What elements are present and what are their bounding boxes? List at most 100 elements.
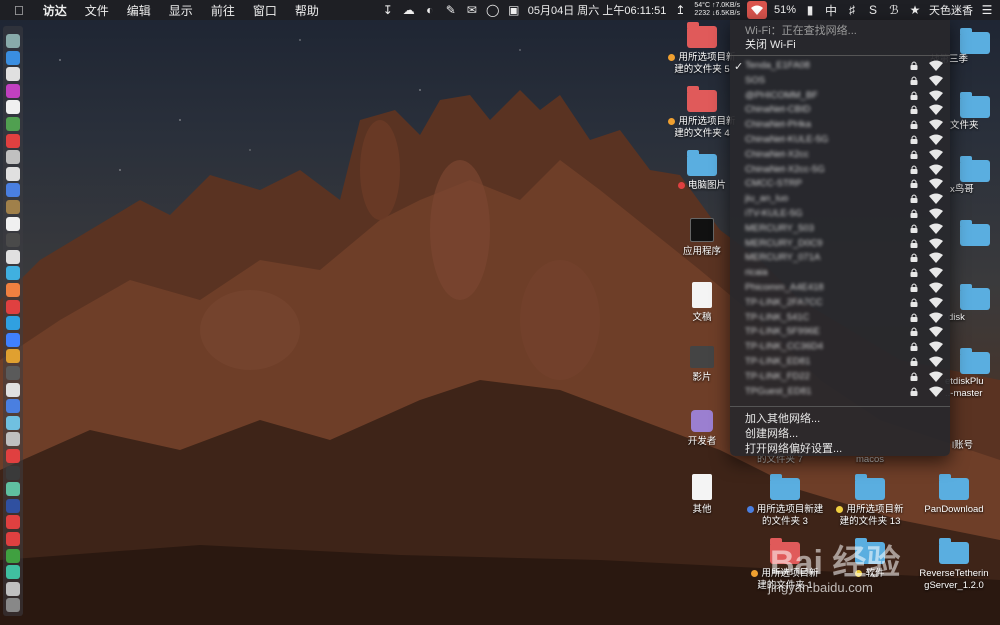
lock-icon bbox=[910, 387, 918, 396]
wifi-network-item[interactable]: @PHICOMM_BF bbox=[745, 90, 945, 104]
calendar-icon[interactable]: ▣ bbox=[507, 3, 521, 17]
join-other-network-item[interactable]: 加入其他网络... bbox=[745, 410, 820, 426]
wifi-network-item[interactable]: SOS bbox=[745, 75, 945, 89]
menu-window[interactable]: 窗口 bbox=[244, 2, 286, 19]
desktop-item[interactable]: 其他 bbox=[662, 474, 742, 516]
upload-icon[interactable]: ↥ bbox=[673, 3, 687, 17]
dock-app-icon[interactable] bbox=[6, 150, 20, 165]
wifi-network-item[interactable]: Tenda_E1FA08 bbox=[745, 60, 945, 74]
star-icon[interactable]: ★ bbox=[908, 3, 922, 17]
menu-help[interactable]: 帮助 bbox=[286, 2, 328, 19]
dock-app-icon[interactable] bbox=[6, 498, 20, 513]
desktop-item[interactable]: PanDownload bbox=[914, 474, 994, 516]
wifi-network-item[interactable]: iTV-KULE-5G bbox=[745, 208, 945, 222]
dock-app-icon[interactable] bbox=[6, 532, 20, 546]
create-network-item[interactable]: 创建网络... bbox=[745, 425, 798, 441]
wifi-network-item[interactable]: TPGuest_ED81 bbox=[745, 386, 945, 400]
dock-app-icon[interactable] bbox=[6, 67, 20, 82]
folder-icon bbox=[960, 92, 990, 118]
apple-icon[interactable]:  bbox=[0, 3, 34, 18]
gauge-icon[interactable]: ◐ bbox=[423, 3, 437, 17]
menu-view[interactable]: 显示 bbox=[160, 2, 202, 19]
dock-app-icon[interactable] bbox=[6, 83, 20, 98]
dock-app-icon[interactable] bbox=[6, 34, 20, 48]
wifi-network-item[interactable]: TP-LINK_2FA7CC bbox=[745, 297, 945, 311]
wifi-toggle-item[interactable]: 关闭 Wi-Fi bbox=[745, 36, 796, 52]
wifi-network-item[interactable]: TP-LINK_5F996E bbox=[745, 326, 945, 340]
dock-app-icon[interactable] bbox=[6, 515, 20, 530]
notification-icon[interactable]: ✉ bbox=[465, 3, 479, 17]
wifi-network-item[interactable]: TP-LINK_541C bbox=[745, 312, 945, 326]
dock-app-icon[interactable] bbox=[6, 233, 20, 248]
desktop-item[interactable]: 用所选项目新 建的文件夹 13 bbox=[830, 474, 910, 528]
dock-app-icon[interactable] bbox=[6, 432, 20, 447]
wifi-network-item[interactable]: Phicomm_A4E418 bbox=[745, 282, 945, 296]
menu-go[interactable]: 前往 bbox=[202, 2, 244, 19]
input-method-icon[interactable]: 中 bbox=[824, 3, 838, 18]
wifi-network-item[interactable]: ChinaNet-KULE-5G bbox=[745, 134, 945, 148]
dock-app-icon[interactable] bbox=[6, 548, 20, 563]
skype-icon[interactable]: S bbox=[866, 3, 880, 17]
dock-app-icon[interactable] bbox=[6, 183, 20, 198]
dock-app-icon[interactable] bbox=[6, 249, 20, 264]
dock-app-icon[interactable] bbox=[6, 100, 20, 115]
battery-icon[interactable]: ▮ bbox=[803, 3, 817, 17]
system-stats[interactable]: 54°C ↑7.0KB/s 2232 ↓6.5KB/s bbox=[694, 2, 740, 18]
wifi-network-item[interactable]: TP-LINK_CC36D4 bbox=[745, 341, 945, 355]
ghost-icon[interactable]: ☁ bbox=[402, 3, 416, 17]
label-line1: 用所选项目新 bbox=[846, 504, 904, 515]
dock-app-icon[interactable] bbox=[6, 283, 20, 297]
wifi-network-item[interactable]: CMCC-STRP bbox=[745, 178, 945, 192]
dock-app-icon[interactable] bbox=[6, 565, 20, 580]
pen-icon[interactable]: ✎ bbox=[444, 3, 458, 17]
wifi-network-item[interactable]: ChinaNet-CBID bbox=[745, 104, 945, 118]
menu-user[interactable]: 天色迷香 bbox=[929, 2, 973, 18]
wifi-network-item[interactable]: MERCURY_D0C9 bbox=[745, 238, 945, 252]
dock-app-icon[interactable] bbox=[6, 465, 20, 480]
dock-app-icon[interactable] bbox=[6, 216, 20, 231]
battery-percent[interactable]: 51% bbox=[774, 4, 796, 16]
dock-app-icon[interactable] bbox=[6, 299, 20, 314]
desktop-item[interactable]: ReverseTetherin gServer_1.2.0 bbox=[914, 538, 994, 592]
wifi-network-item[interactable]: jiu_an_luo bbox=[745, 193, 945, 207]
download-icon[interactable]: ↧ bbox=[381, 3, 395, 17]
desktop-item[interactable]: 用所选项目新建 的文件夹 3 bbox=[745, 474, 825, 528]
wifi-network-item[interactable]: TP-LINK_FD22 bbox=[745, 371, 945, 385]
dock-app-icon[interactable] bbox=[6, 166, 20, 181]
dock-app-icon[interactable] bbox=[6, 50, 20, 65]
dock-app-icon[interactable] bbox=[6, 449, 20, 463]
wifi-network-item[interactable]: ricaia bbox=[745, 267, 945, 281]
network-prefs-item[interactable]: 打开网络偏好设置... bbox=[745, 440, 842, 456]
dock-app-icon[interactable] bbox=[6, 332, 20, 347]
wifi-network-item[interactable]: ChinaNet-X2cc bbox=[745, 149, 945, 163]
menu-file[interactable]: 文件 bbox=[76, 2, 118, 19]
menu-edit[interactable]: 编辑 bbox=[118, 2, 160, 19]
dock-app-icon[interactable] bbox=[6, 133, 20, 148]
dock-app-icon[interactable] bbox=[6, 382, 20, 397]
volume-icon[interactable]: ♯ bbox=[845, 3, 859, 17]
dock-app-icon[interactable] bbox=[6, 117, 20, 131]
wifi-network-item[interactable]: ChinaNet-PHka bbox=[745, 119, 945, 133]
dock-app-icon[interactable] bbox=[6, 399, 20, 414]
label-line1: 影片 bbox=[692, 372, 712, 383]
wifi-icon[interactable] bbox=[746, 1, 767, 19]
dock-app-icon[interactable] bbox=[6, 266, 20, 281]
bluetooth-icon[interactable]: ℬ bbox=[887, 3, 901, 17]
wifi-network-item[interactable]: ChinaNet-X2cc-5G bbox=[745, 164, 945, 178]
dock-app-icon[interactable] bbox=[6, 200, 20, 214]
menu-app-name[interactable]: 访达 bbox=[34, 2, 76, 19]
dock-app-icon[interactable] bbox=[6, 415, 20, 430]
dock-app-icon[interactable] bbox=[6, 366, 20, 380]
wifi-network-item[interactable]: MERCURY_071A bbox=[745, 252, 945, 266]
dock-app-icon[interactable] bbox=[6, 581, 20, 596]
dock-app-icon[interactable] bbox=[6, 598, 20, 613]
dock-app-icon[interactable] bbox=[6, 316, 20, 331]
globe-icon[interactable]: ◯ bbox=[486, 3, 500, 17]
wifi-network-item[interactable]: MERCURY_503 bbox=[745, 223, 945, 237]
menu-datetime[interactable]: 05月04日 周六 上午06:11:51 bbox=[528, 2, 667, 18]
menu-list-icon[interactable]: ☰ bbox=[980, 3, 994, 17]
dock-app-icon[interactable] bbox=[6, 482, 20, 497]
dock-app-icon[interactable] bbox=[6, 349, 20, 364]
tag-dot-icon bbox=[677, 181, 685, 189]
wifi-network-item[interactable]: TP-LINK_ED81 bbox=[745, 356, 945, 370]
